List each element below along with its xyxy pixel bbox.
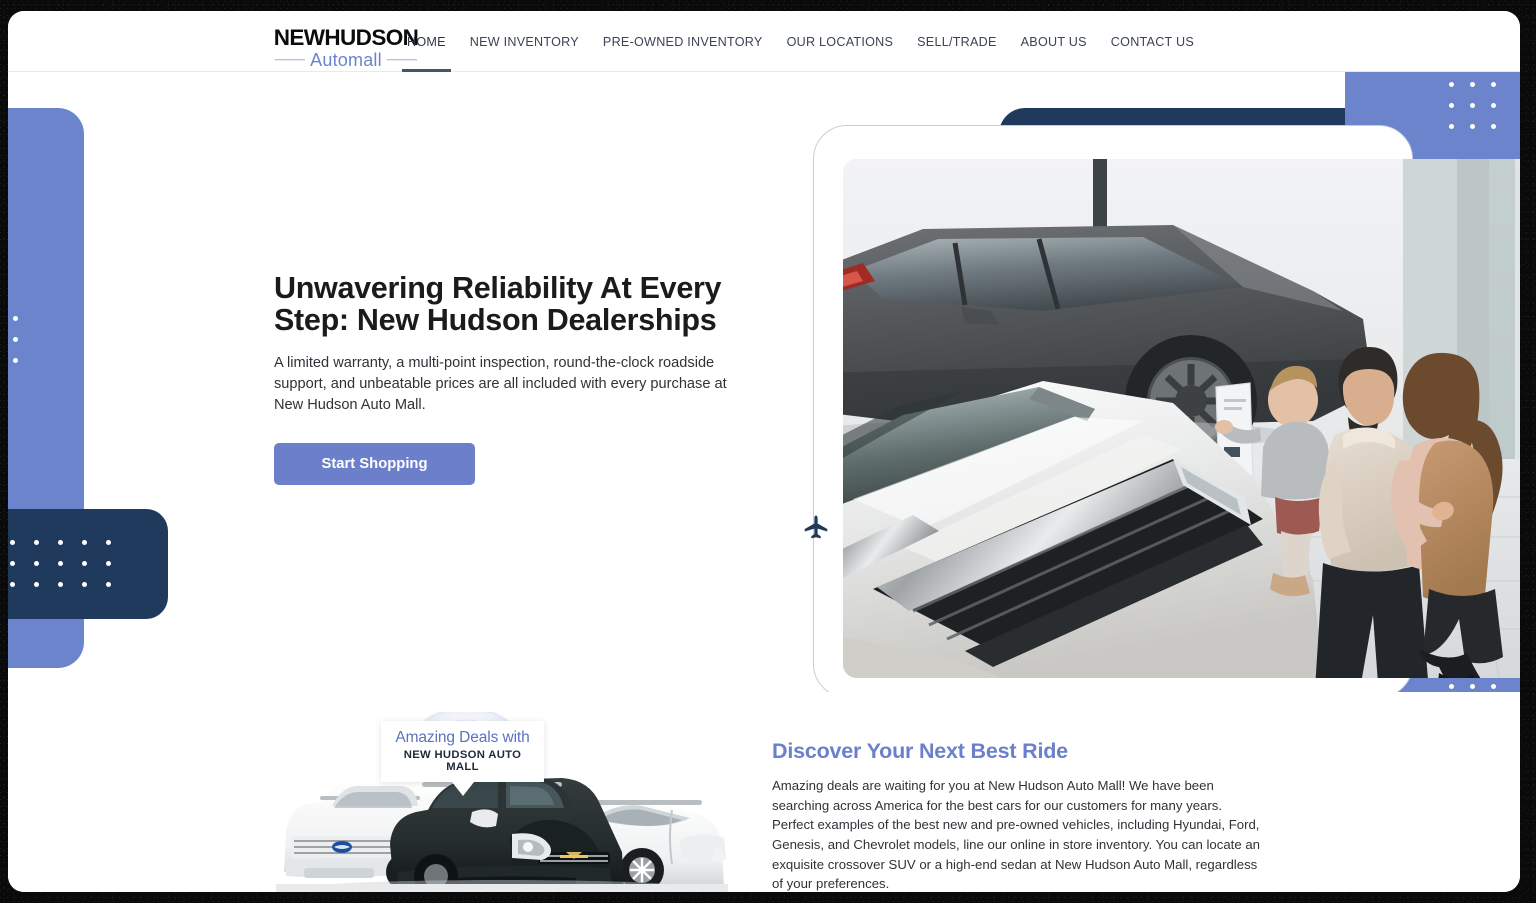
dot-grid-icon-right-top — [1449, 82, 1496, 129]
brand-rule-left-icon — [275, 58, 306, 61]
brand-logo-secondary-text: Automall — [310, 49, 382, 70]
nav-item-pre-owned-inventory[interactable]: PRE-OWNED INVENTORY — [591, 11, 775, 72]
browser-window: NEWHUDSON Automall HOME NEW INVENTORY PR… — [8, 11, 1520, 892]
discover-body: Amazing deals are waiting for you at New… — [772, 778, 1260, 892]
deals-badge-subtitle: NEW HUDSON AUTO MALL — [403, 748, 522, 773]
hero-copy: Unwavering Reliability At Every Step: Ne… — [274, 271, 774, 486]
dot-grid-icon-left-navy — [8, 540, 111, 587]
nav-item-home[interactable]: HOME — [395, 11, 458, 72]
airplane-icon — [801, 513, 831, 543]
dot-grid-icon-left-bar — [8, 316, 18, 363]
deals-badge-title: Amazing Deals with — [395, 729, 530, 746]
hero-subtext: A limited warranty, a multi-point inspec… — [274, 354, 727, 413]
hero-heading: Unwavering Reliability At Every Step: Ne… — [274, 271, 722, 338]
hero-section: Unwavering Reliability At Every Step: Ne… — [8, 72, 1520, 692]
discover-heading: Discover Your Next Best Ride — [772, 739, 1068, 763]
nav-item-contact-us[interactable]: CONTACT US — [1099, 11, 1206, 72]
nav-item-sell-trade[interactable]: SELL/TRADE — [905, 11, 1009, 72]
site-header: NEWHUDSON Automall HOME NEW INVENTORY PR… — [8, 11, 1520, 72]
discover-copy: Discover Your Next Best Ride Amazing dea… — [772, 739, 1262, 892]
hero-photo — [843, 159, 1520, 678]
nav-item-about-us[interactable]: ABOUT US — [1009, 11, 1099, 72]
nav-item-new-inventory[interactable]: NEW INVENTORY — [458, 11, 591, 72]
deals-artwork: Amazing Deals with NEW HUDSON AUTO MALL — [276, 712, 728, 892]
discover-section: Amazing Deals with NEW HUDSON AUTO MALL … — [8, 692, 1520, 892]
decorative-left-navy-bar — [8, 509, 168, 619]
main-navigation: HOME NEW INVENTORY PRE-OWNED INVENTORY O… — [395, 11, 1206, 72]
nav-item-our-locations[interactable]: OUR LOCATIONS — [775, 11, 906, 72]
start-shopping-button[interactable]: Start Shopping — [274, 443, 475, 486]
deals-badge: Amazing Deals with NEW HUDSON AUTO MALL — [381, 721, 544, 796]
